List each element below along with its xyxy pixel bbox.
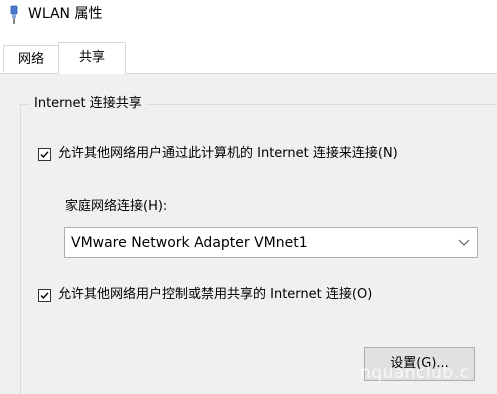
tab-share[interactable]: 共享 <box>58 42 126 74</box>
network-adapter-icon <box>8 5 20 25</box>
home-connection-select[interactable]: VMware Network Adapter VMnet1 <box>64 227 478 258</box>
window-title: WLAN 属性 <box>28 6 103 22</box>
allow-share-checkbox[interactable] <box>38 148 51 161</box>
allow-control-checkbox[interactable] <box>38 289 51 302</box>
home-connection-value: VMware Network Adapter VMnet1 <box>71 235 308 251</box>
chevron-down-icon[interactable] <box>451 228 477 257</box>
allow-share-label[interactable]: 允许其他网络用户通过此计算机的 Internet 连接来连接(N) <box>58 146 398 162</box>
settings-button[interactable]: 设置(G)... <box>364 347 475 381</box>
checkmark-icon <box>40 151 49 159</box>
title-bar: WLAN 属性 <box>0 0 497 30</box>
ics-group-title: Internet 连接共享 <box>30 95 146 113</box>
checkmark-icon <box>40 292 49 300</box>
tab-network[interactable]: 网络 <box>3 45 59 72</box>
home-connection-label: 家庭网络连接(H): <box>65 199 168 214</box>
allow-control-label[interactable]: 允许其他网络用户控制或禁用共享的 Internet 连接(O) <box>58 287 372 303</box>
